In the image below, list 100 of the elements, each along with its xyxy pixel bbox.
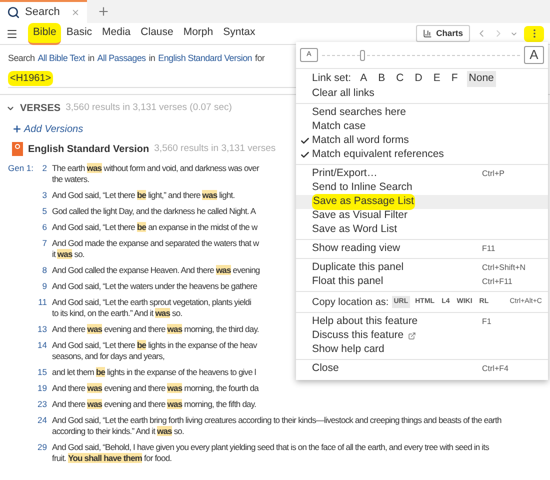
menu-item[interactable]: Discuss this feature xyxy=(296,329,548,343)
menu-item[interactable]: Match all word forms xyxy=(296,134,548,148)
menu-item[interactable]: Close Ctrl+F4 xyxy=(296,362,548,376)
shortcut-label: F1 xyxy=(482,316,492,328)
search-type-tab[interactable]: Basic xyxy=(61,22,98,44)
verse-number[interactable]: 15 xyxy=(34,366,47,378)
verse-number[interactable]: 8 xyxy=(34,264,47,276)
verse-text: And there was evening and there was morning, the fifth day. xyxy=(52,398,256,410)
verse-number[interactable]: 9 xyxy=(34,280,47,292)
panel-tab[interactable]: Search xyxy=(0,0,87,23)
link-set-option[interactable]: B xyxy=(376,71,388,87)
tab-label: Search xyxy=(25,5,60,20)
menu-item[interactable]: Clear all links xyxy=(296,87,548,101)
menu-item[interactable]: Duplicate this panel Ctrl+Shift+N xyxy=(296,261,548,275)
menu-item-label: Match all word forms xyxy=(312,133,409,148)
book-icon xyxy=(12,142,23,156)
copy-location-label: Copy location as: xyxy=(312,296,389,310)
search-scope-link[interactable]: All Bible Text xyxy=(38,52,85,66)
plus-icon xyxy=(12,124,22,134)
link-set-option[interactable]: A xyxy=(358,71,370,87)
menu-item-label: Match equivalent references xyxy=(312,147,444,162)
search-type-tab[interactable]: Bible xyxy=(28,22,62,44)
search-type-tab[interactable]: Media xyxy=(97,22,136,44)
close-icon[interactable] xyxy=(70,8,80,17)
menu-item[interactable]: Save as Passage List xyxy=(296,195,548,209)
verse-text: And there was evening and there was morning, the third day. xyxy=(52,324,259,334)
menu-item[interactable]: Send searches here xyxy=(296,106,548,120)
verse-number[interactable]: 2 xyxy=(34,162,47,174)
results-summary: 3,560 results in 3,131 verses (0.07 sec) xyxy=(66,100,232,115)
search-scope-link[interactable]: English Standard Version xyxy=(158,52,252,66)
menu-item[interactable]: Match equivalent references xyxy=(296,148,548,162)
menu-item-label: Clear all links xyxy=(312,86,374,102)
link-set-option[interactable]: C xyxy=(394,71,406,87)
menu-item[interactable]: Float this panel Ctrl+F11 xyxy=(296,275,548,289)
link-set-option[interactable]: E xyxy=(431,71,442,87)
verse-number[interactable]: 3 xyxy=(34,190,47,200)
menu-item[interactable]: Help about this feature F1 xyxy=(296,315,548,329)
shortcut-label: Ctrl+F11 xyxy=(482,276,514,288)
add-tab-icon[interactable] xyxy=(96,5,110,18)
verse-text: and let them be lights in the expanse of the heavens to give l xyxy=(52,366,256,378)
link-set-option[interactable]: F xyxy=(449,71,460,87)
menu-item-label: Help about this feature xyxy=(312,314,418,330)
search-type-tab[interactable]: Morph xyxy=(178,22,218,44)
menu-item[interactable]: Print/Export… Ctrl+P xyxy=(296,167,548,181)
search-icon xyxy=(7,6,20,19)
menu-item[interactable]: Show help card xyxy=(296,343,548,357)
verse-text: And God made the expanse and separated the waters that w it was so. xyxy=(52,238,259,260)
menu-item[interactable]: Save as Visual Filter xyxy=(296,209,548,223)
menu-item-label: Save as Passage List xyxy=(312,194,415,210)
verse-text: And there was evening and there was morning, the fourth da xyxy=(52,382,258,394)
search-line-text: Search xyxy=(8,52,35,65)
menu-item-label: Duplicate this panel xyxy=(312,260,404,276)
menu-item[interactable]: Match case xyxy=(296,120,548,134)
verse-number[interactable]: 19 xyxy=(34,382,47,394)
menu-item[interactable]: Save as Word List xyxy=(296,223,548,237)
version-name: English Standard Version xyxy=(28,142,150,156)
link-set-label: Link set: xyxy=(312,71,352,86)
verse-number[interactable]: 14 xyxy=(34,340,47,350)
menu-item-label: Match case xyxy=(312,119,366,134)
menu-item-label: Show help card xyxy=(312,342,384,358)
search-line-text: for xyxy=(255,52,265,65)
verse-reference[interactable]: Gen 1: xyxy=(8,162,34,174)
verse-number[interactable]: 7 xyxy=(34,238,47,248)
search-type-tab[interactable]: Syntax xyxy=(218,22,260,44)
menu-item-label: Save as Word List xyxy=(312,222,398,238)
search-line-text: in xyxy=(148,52,156,65)
verse-number[interactable]: 13 xyxy=(34,324,47,334)
menu-item-label: Print/Export… xyxy=(312,166,378,182)
link-set-option[interactable]: D xyxy=(412,71,424,87)
search-scope-link[interactable]: All Passages xyxy=(97,52,146,66)
verse-text: And God called the expanse Heaven. And there was evening xyxy=(52,264,260,276)
search-type-tab[interactable]: Clause xyxy=(136,22,178,44)
shortcut-label: Ctrl+Shift+N xyxy=(482,262,527,274)
verse-number[interactable]: 6 xyxy=(34,222,47,232)
menu-icon[interactable] xyxy=(6,28,18,40)
more-options-button[interactable] xyxy=(524,26,544,42)
verse-text: And God said, “Let there be an expanse in the midst of the w xyxy=(52,222,258,232)
menu-item-label: Discuss this feature xyxy=(312,328,404,344)
verse-number[interactable]: 24 xyxy=(34,414,47,426)
verse-number[interactable]: 29 xyxy=(34,442,47,452)
section-title: VERSES xyxy=(20,102,61,116)
search-line-text: in xyxy=(88,52,94,65)
menu-item-label: Save as Visual Filter xyxy=(312,208,408,224)
verse-text: And God said, “Behold, I have given you every plant yielding seed that is on the face of all the earth, and every tree with seed in its fruit. You shall have them for food. xyxy=(52,442,489,464)
slider-thumb[interactable] xyxy=(360,50,365,60)
larger-text-button[interactable]: A xyxy=(524,46,544,64)
verse-number[interactable]: 23 xyxy=(34,398,47,410)
charts-button[interactable]: Charts xyxy=(416,25,470,42)
link-set-option[interactable]: None xyxy=(466,71,496,87)
query-value: <H1961> xyxy=(8,70,54,86)
verse-number[interactable]: 5 xyxy=(34,206,47,216)
menu-item[interactable]: Show reading view F11 xyxy=(296,242,548,256)
shortcut-label: Ctrl+F4 xyxy=(482,363,510,375)
text-size-slider[interactable] xyxy=(322,49,520,61)
add-versions-link[interactable]: Add Versions xyxy=(12,122,84,136)
verse-text: And God said, “Let there be lights in the expanse of the heav seasons, and for days and years, xyxy=(52,340,257,362)
verse-number[interactable]: 11 xyxy=(34,296,47,308)
menu-item-label: Float this panel xyxy=(312,274,384,290)
shortcut-label: F11 xyxy=(482,243,496,255)
menu-item[interactable]: Send to Inline Search xyxy=(296,181,548,195)
